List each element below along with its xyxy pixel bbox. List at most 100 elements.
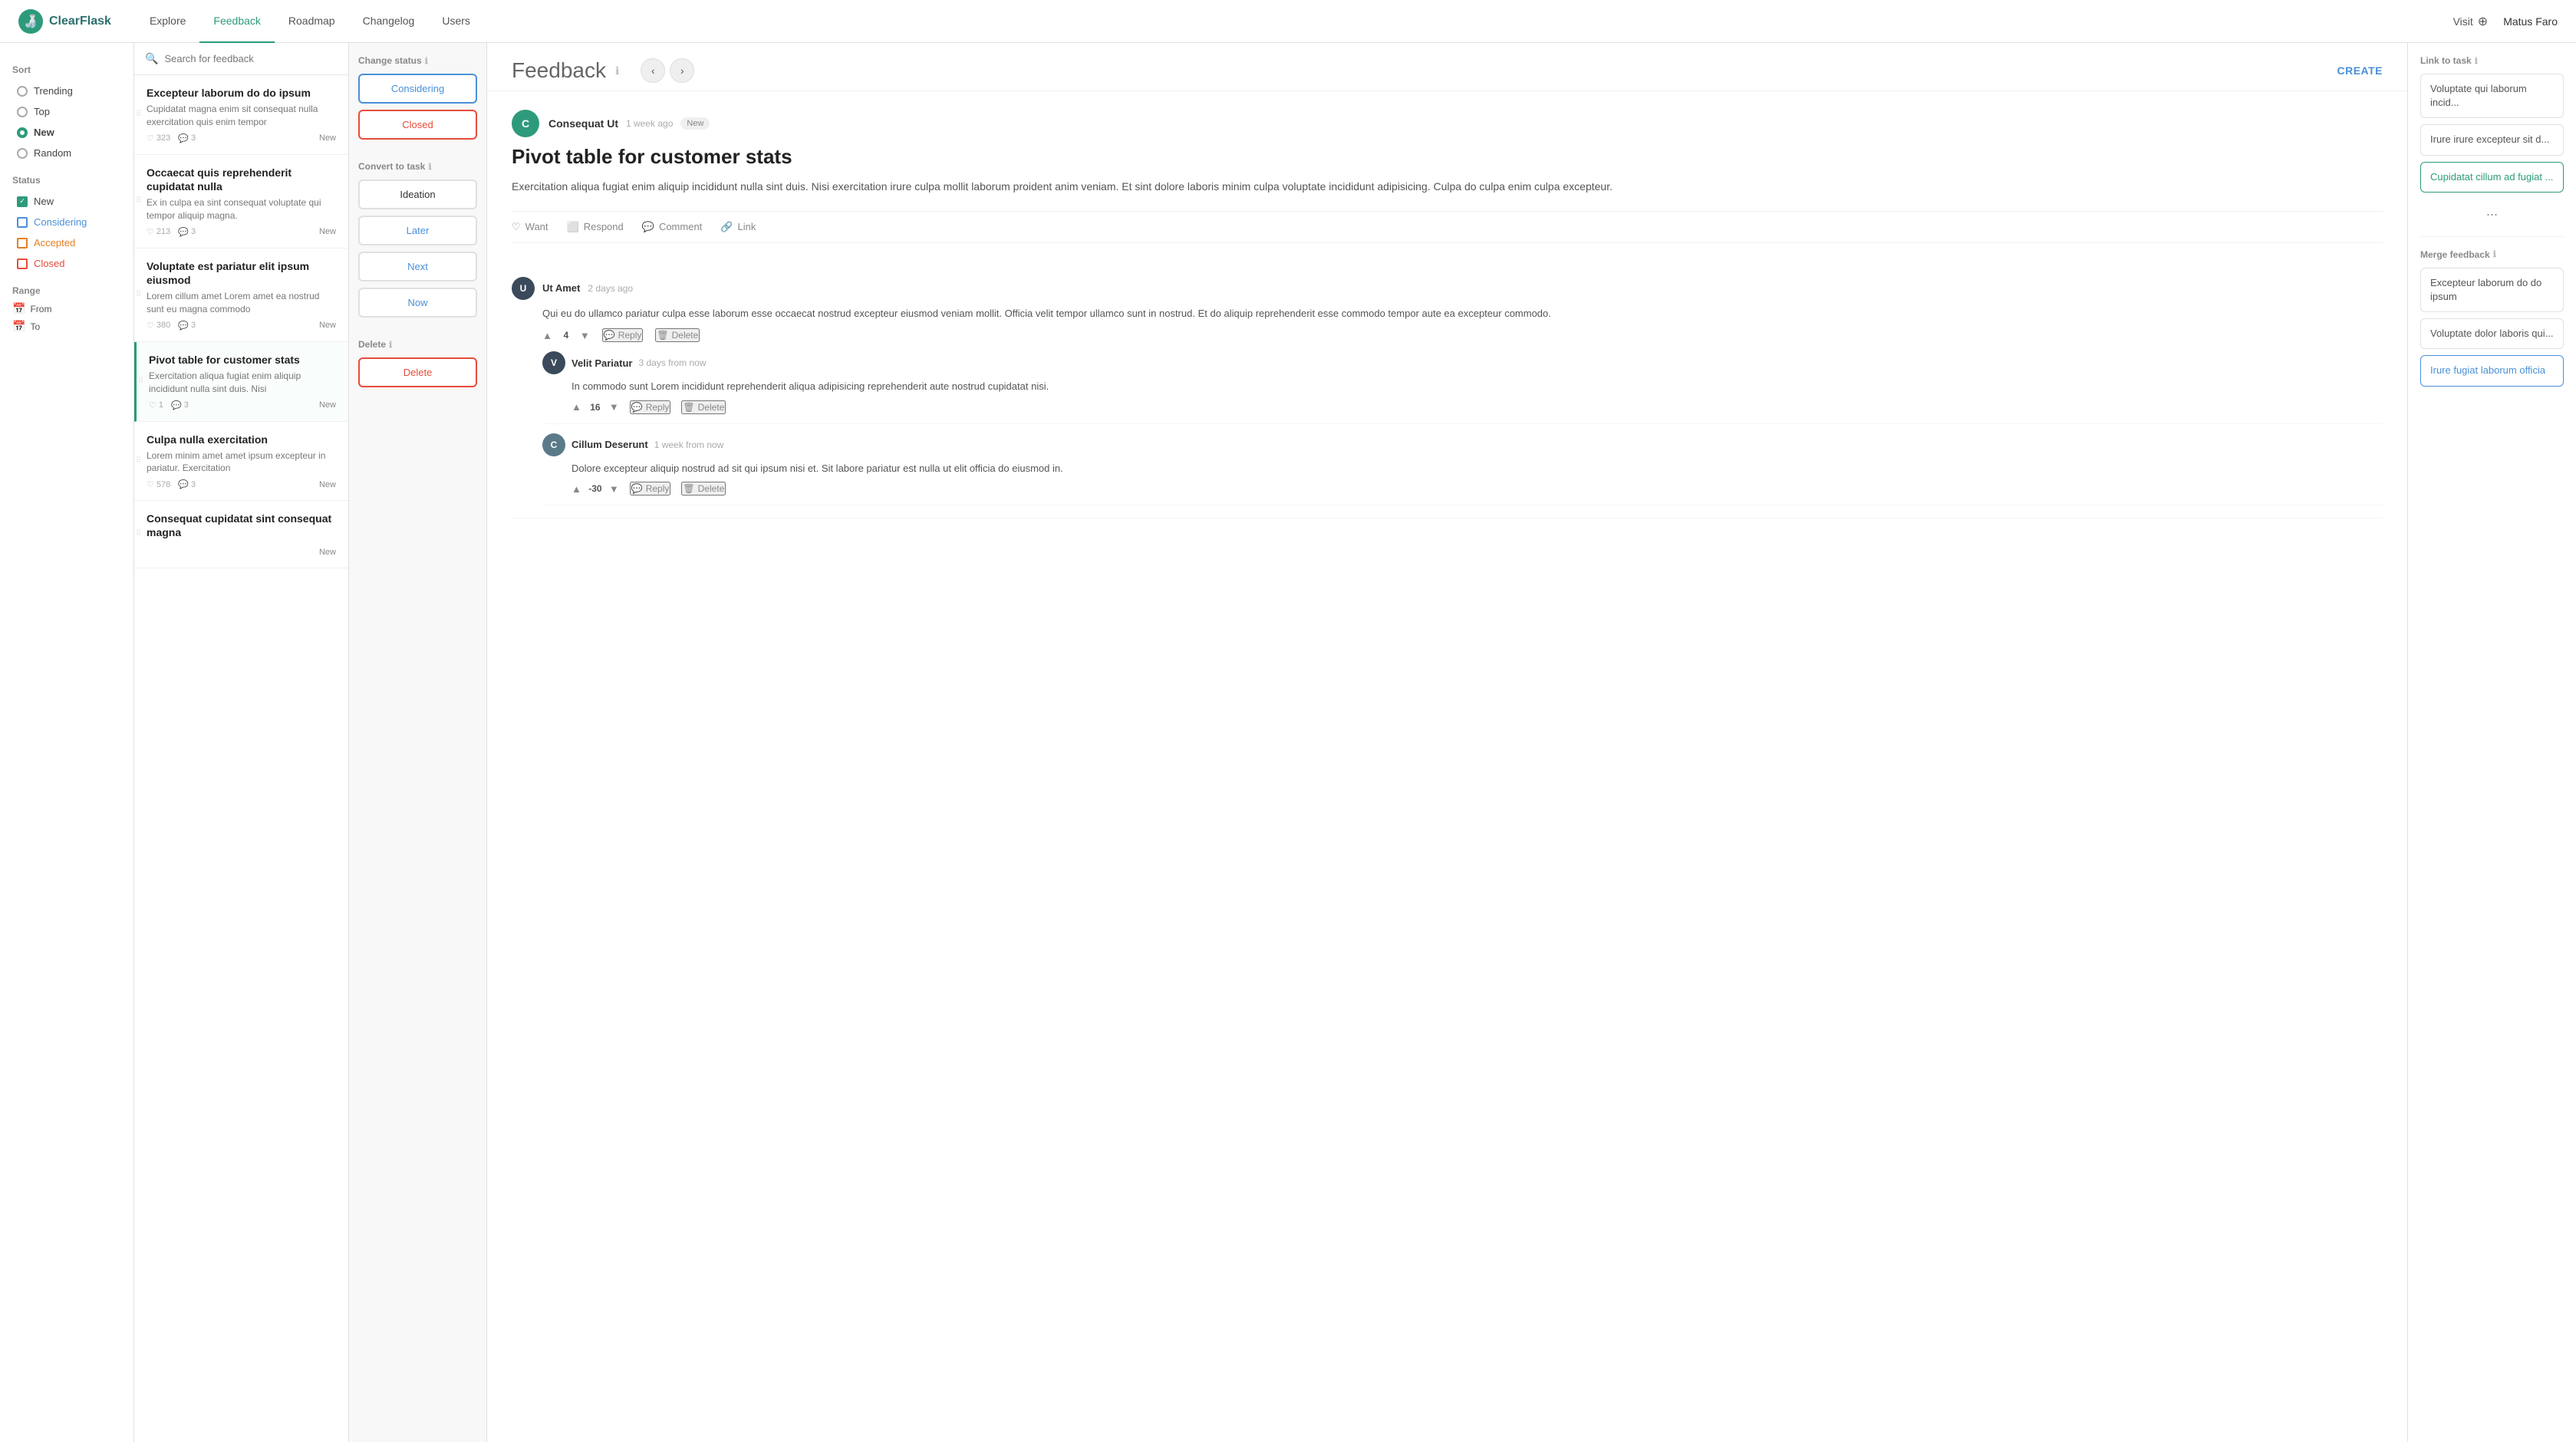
more-button[interactable]: ... [2420, 199, 2564, 224]
downvote-0[interactable]: ▼ [580, 330, 590, 341]
nested-delete-0-1[interactable]: 🗑 Delete [681, 482, 726, 495]
considering-button[interactable]: Considering [358, 74, 477, 104]
merge-card-2[interactable]: Irure fugiat laborum officia [2420, 355, 2564, 386]
range-from[interactable]: 📅 From [12, 302, 121, 315]
page-title: Feedback [512, 58, 606, 83]
sort-trending[interactable]: Trending [12, 81, 121, 100]
status-considering[interactable]: Considering [12, 212, 121, 232]
status-new[interactable]: New [12, 192, 121, 211]
search-bar: 🔍 [134, 43, 348, 75]
drag-handle-5[interactable]: ⠿ [136, 530, 141, 538]
sort-new[interactable]: New [12, 123, 121, 142]
nav-changelog[interactable]: Changelog [349, 0, 429, 43]
next-post-button[interactable]: › [670, 58, 694, 83]
merge-card-1[interactable]: Voluptate dolor laboris qui... [2420, 318, 2564, 349]
sort-new-label: New [34, 127, 54, 138]
trash-icon-0: 🗑 [657, 330, 668, 341]
nested-downvote-0-0[interactable]: ▼ [609, 401, 619, 413]
nested-reply-0-1[interactable]: 💬 Reply [630, 482, 671, 495]
nested-vote-count-0-0: 16 [588, 402, 603, 413]
reply-button-0[interactable]: 💬 Reply [602, 328, 644, 342]
link-card-1[interactable]: Irure irure excepteur sit d... [2420, 124, 2564, 155]
nested-trash-icon-0-1: 🗑 [683, 483, 694, 494]
next-button[interactable]: Next [358, 252, 477, 281]
nested-upvote-0-0[interactable]: ▲ [572, 401, 581, 413]
feedback-item-meta-3: ♡ 1 💬 3 New [149, 400, 336, 410]
range-label: Range [12, 285, 121, 296]
nested-vote-count-0-1: -30 [588, 483, 603, 494]
calendar-to-icon: 📅 [12, 320, 25, 333]
nav-roadmap[interactable]: Roadmap [275, 0, 349, 43]
status-2: New [319, 321, 336, 330]
status-accepted[interactable]: Accepted [12, 233, 121, 252]
sort-top[interactable]: Top [12, 102, 121, 121]
prev-post-button[interactable]: ‹ [641, 58, 665, 83]
nested-actions-0-0: ▲ 16 ▼ 💬 Reply 🗑 Delete [542, 400, 2383, 414]
nested-actions-0-1: ▲ -30 ▼ 💬 Reply 🗑 Delete [542, 482, 2383, 495]
respond-button[interactable]: ⬜ Respond [567, 221, 624, 233]
want-button[interactable]: ♡ Want [512, 221, 548, 233]
now-button[interactable]: Now [358, 288, 477, 318]
nested-time-0-0: 3 days from now [638, 357, 706, 368]
comment-icon: 💬 [642, 221, 654, 233]
later-button[interactable]: Later [358, 216, 477, 245]
feedback-item-body-0: Cupidatat magna enim sit consequat nulla… [147, 103, 336, 129]
nested-reply-0-0[interactable]: 💬 Reply [630, 400, 671, 414]
drag-handle-0[interactable]: ⠿ [136, 110, 141, 119]
nested-downvote-0-1[interactable]: ▼ [609, 483, 619, 495]
heart-icon: ♡ [512, 221, 521, 233]
feedback-item-0[interactable]: ⠿ Excepteur laborum do do ipsum Cupidata… [134, 75, 348, 155]
comment-button[interactable]: 💬 Comment [642, 221, 703, 233]
closed-button[interactable]: Closed [358, 110, 477, 140]
nested-author-0-0: Velit Pariatur [572, 357, 632, 369]
comments-3: 💬 3 [171, 400, 189, 410]
post-author-avatar: C [512, 110, 539, 137]
sort-random-label: Random [34, 147, 71, 159]
nav-users[interactable]: Users [428, 0, 484, 43]
status-closed[interactable]: Closed [12, 254, 121, 273]
feedback-item-2[interactable]: ⠿ Voluptate est pariatur elit ipsum eius… [134, 249, 348, 342]
search-input[interactable] [164, 53, 338, 64]
status-accepted-label: Accepted [34, 237, 75, 249]
convert-task-title: Convert to task ℹ [358, 161, 477, 172]
nested-trash-icon-0-0: 🗑 [683, 402, 694, 413]
nested-reply-icon-0-0: 💬 [631, 402, 643, 413]
nested-upvote-0-1[interactable]: ▲ [572, 483, 581, 495]
nested-author-0-1: Cillum Deserunt [572, 439, 648, 450]
range-to[interactable]: 📅 To [12, 320, 121, 333]
ideation-button[interactable]: Ideation [358, 179, 477, 209]
drag-handle-1[interactable]: ⠿ [136, 197, 141, 206]
drag-handle-4[interactable]: ⠿ [136, 456, 141, 465]
feedback-item-3[interactable]: ⠿ Pivot table for customer stats Exercit… [134, 342, 348, 422]
link-card-0[interactable]: Voluptate qui laborum incid... [2420, 74, 2564, 118]
delete-button[interactable]: Delete [358, 357, 477, 387]
visit-button[interactable]: Visit ⊕ [2453, 14, 2489, 29]
nav-feedback[interactable]: Feedback [199, 0, 274, 43]
likes-1: ♡ 213 [147, 227, 170, 237]
upvote-0[interactable]: ▲ [542, 330, 552, 341]
user-menu[interactable]: Matus Faro [2503, 15, 2558, 28]
vote-count-0: 4 [558, 330, 574, 341]
nav-right: Visit ⊕ Matus Faro [2453, 14, 2558, 29]
feedback-item-1[interactable]: ⠿ Occaecat quis reprehenderit cupidatat … [134, 155, 348, 249]
link-task-info-icon: ℹ [2475, 56, 2478, 66]
drag-handle-3[interactable]: ⠿ [138, 377, 143, 386]
post-author-name: Consequat Ut [548, 117, 618, 130]
status-closed-checkbox [17, 258, 28, 269]
merge-card-0[interactable]: Excepteur laborum do do ipsum [2420, 268, 2564, 312]
drag-handle-2[interactable]: ⠿ [136, 291, 141, 299]
post-title: Pivot table for customer stats [512, 145, 2383, 169]
range-to-label: To [30, 321, 40, 332]
link-card-2[interactable]: Cupidatat cillum ad fugiat ... [2420, 162, 2564, 193]
feedback-item-title-2: Voluptate est pariatur elit ipsum eiusmo… [147, 259, 336, 287]
create-button[interactable]: CREATE [2337, 64, 2383, 77]
nested-delete-0-0[interactable]: 🗑 Delete [681, 400, 726, 414]
feedback-item-5[interactable]: ⠿ Consequat cupidatat sint consequat mag… [134, 501, 348, 568]
link-button[interactable]: 🔗 Link [720, 221, 756, 233]
sort-random[interactable]: Random [12, 143, 121, 163]
logo[interactable]: 🍶 ClearFlask [18, 9, 111, 34]
nav-explore[interactable]: Explore [136, 0, 199, 43]
feedback-item-4[interactable]: ⠿ Culpa nulla exercitation Lorem minim a… [134, 422, 348, 502]
logo-icon: 🍶 [18, 9, 43, 34]
delete-comment-0[interactable]: 🗑 Delete [655, 328, 700, 342]
